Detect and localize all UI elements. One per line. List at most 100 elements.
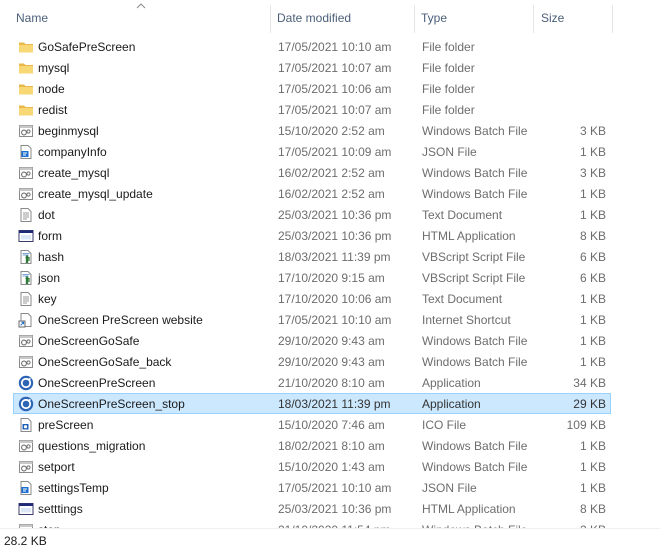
file-name: form	[38, 229, 62, 243]
file-name: setport	[38, 460, 75, 474]
file-name: dot	[38, 208, 55, 222]
file-row[interactable]: json 17/10/2020 9:15 am VBScript Script Fi…	[13, 267, 611, 288]
batch-file-icon	[18, 186, 34, 202]
file-row[interactable]: setport 15/10/2020 1:43 am Windows Batch F…	[13, 456, 611, 477]
file-row[interactable]: OneScreenPreScreen_stop 18/03/2021 11:39 …	[13, 393, 611, 414]
file-date-modified: 15/10/2020 7:46 am	[278, 418, 385, 432]
file-name: create_mysql	[38, 166, 110, 180]
file-name: GoSafePreScreen	[38, 40, 136, 54]
file-date-modified: 16/02/2021 2:52 am	[278, 166, 385, 180]
file-date-modified: 25/03/2021 10:36 pm	[278, 229, 392, 243]
file-row[interactable]: companyInfo 17/05/2021 10:09 am JSON File 1…	[13, 141, 611, 162]
file-name: setttings	[38, 502, 83, 516]
file-size: 1 KB	[579, 460, 606, 474]
file-name: redist	[38, 103, 68, 117]
file-row[interactable]: node 17/05/2021 10:06 am File folder	[13, 78, 611, 99]
file-row[interactable]: dot 25/03/2021 10:36 pm Text Document 1 KB	[13, 204, 611, 225]
file-type: Windows Batch File	[422, 124, 528, 138]
file-row[interactable]: OneScreen PreScreen website 17/05/2021 10…	[13, 309, 611, 330]
file-list[interactable]: GoSafePreScreen 17/05/2021 10:10 am File f…	[0, 36, 660, 528]
file-type: Windows Batch File	[422, 166, 528, 180]
file-type: Text Document	[422, 292, 503, 306]
vbscript-file-icon	[18, 270, 34, 286]
column-divider[interactable]	[270, 5, 271, 33]
column-divider[interactable]	[414, 5, 415, 33]
file-date-modified: 18/03/2021 11:39 pm	[278, 397, 391, 411]
file-name: beginmysql	[38, 124, 99, 138]
file-date-modified: 17/05/2021 10:10 am	[278, 481, 392, 495]
file-name: questions_migration	[38, 439, 146, 453]
file-date-modified: 29/10/2020 9:43 am	[278, 355, 385, 369]
file-row[interactable]: form 25/03/2021 10:36 pm HTML Application 8…	[13, 225, 611, 246]
file-row[interactable]: OneScreenPreScreen 21/10/2020 8:10 am Appl…	[13, 372, 611, 393]
file-type: VBScript Script File	[422, 250, 526, 264]
file-name: preScreen	[38, 418, 94, 432]
file-row[interactable]: beginmysql 15/10/2020 2:52 am Windows Batc…	[13, 120, 611, 141]
file-size: 1 KB	[579, 355, 606, 369]
status-bar: 28.2 KB	[0, 528, 660, 548]
file-type: JSON File	[422, 145, 477, 159]
file-type: JSON File	[422, 481, 477, 495]
file-type: File folder	[422, 61, 475, 75]
file-type: File folder	[422, 40, 475, 54]
file-name: json	[38, 271, 61, 285]
folder-icon	[18, 60, 34, 76]
file-date-modified: 21/10/2020 8:10 am	[278, 376, 385, 390]
application-icon	[18, 396, 34, 412]
file-row[interactable]: OneScreenGoSafe_back 29/10/2020 9:43 am Wi…	[13, 351, 611, 372]
file-row[interactable]: create_mysql_update 16/02/2021 2:52 am Win…	[13, 183, 611, 204]
batch-file-icon	[18, 459, 34, 475]
file-row[interactable]: OneScreenGoSafe 29/10/2020 9:43 am Windows…	[13, 330, 611, 351]
file-row[interactable]: key 17/10/2020 10:06 am Text Document 1 KB	[13, 288, 611, 309]
column-header-bar: Name Date modified Type Size	[0, 0, 660, 34]
file-date-modified: 25/03/2021 10:36 pm	[278, 502, 392, 516]
file-row[interactable]: GoSafePreScreen 17/05/2021 10:10 am File f…	[13, 36, 611, 57]
file-name: OneScreen PreScreen website	[38, 313, 203, 327]
file-row[interactable]: redist 17/05/2021 10:07 am File folder	[13, 99, 611, 120]
file-name: OneScreenPreScreen_stop	[38, 397, 185, 411]
file-name: node	[38, 82, 65, 96]
file-row[interactable]: mysql 17/05/2021 10:07 am File folder	[13, 57, 611, 78]
ico-file-icon	[18, 417, 34, 433]
file-date-modified: 16/02/2021 2:52 am	[278, 187, 385, 201]
file-size: 1 KB	[579, 481, 606, 495]
folder-icon	[18, 81, 34, 97]
file-type: VBScript Script File	[422, 271, 526, 285]
selection-size-text: 28.2 KB	[4, 534, 47, 548]
file-type: Application	[422, 376, 481, 390]
file-date-modified: 17/05/2021 10:10 am	[278, 40, 392, 54]
column-header-type[interactable]: Type	[421, 11, 447, 25]
file-row[interactable]: settingsTemp 17/05/2021 10:10 am JSON File…	[13, 477, 611, 498]
file-date-modified: 17/05/2021 10:10 am	[278, 313, 392, 327]
file-name: companyInfo	[38, 145, 107, 159]
file-size: 8 KB	[579, 229, 606, 243]
file-size: 6 KB	[579, 250, 606, 264]
file-row[interactable]: hash 18/03/2021 11:39 pm VBScript Script F…	[13, 246, 611, 267]
file-size: 109 KB	[566, 418, 606, 432]
column-divider[interactable]	[612, 5, 613, 33]
batch-file-icon	[18, 438, 34, 454]
column-header-name[interactable]: Name	[16, 11, 48, 25]
column-header-size[interactable]: Size	[541, 11, 564, 25]
column-header-date-modified[interactable]: Date modified	[277, 11, 351, 25]
column-divider[interactable]	[533, 5, 534, 33]
file-name: hash	[38, 250, 65, 264]
batch-file-icon	[18, 123, 34, 139]
file-date-modified: 18/02/2021 8:10 am	[278, 439, 385, 453]
file-row[interactable]: questions_migration 18/02/2021 8:10 am Win…	[13, 435, 611, 456]
file-size: 3 KB	[579, 166, 606, 180]
file-date-modified: 17/05/2021 10:06 am	[278, 82, 392, 96]
file-date-modified: 18/03/2021 11:39 pm	[278, 250, 391, 264]
file-name: OneScreenGoSafe_back	[38, 355, 172, 369]
file-date-modified: 17/05/2021 10:07 am	[278, 103, 392, 117]
file-type: Internet Shortcut	[422, 313, 511, 327]
file-row[interactable]: stop21/10/2020 11:54 pmWindows Batch Fil…	[13, 519, 611, 528]
file-type: Windows Batch File	[422, 334, 528, 348]
file-date-modified: 17/10/2020 10:06 am	[278, 292, 392, 306]
file-size: 8 KB	[579, 502, 606, 516]
file-row[interactable]: setttings 25/03/2021 10:36 pm HTML Applica…	[13, 498, 611, 519]
file-row[interactable]: preScreen 15/10/2020 7:46 am ICO File 109 K…	[13, 414, 611, 435]
file-row[interactable]: create_mysql 16/02/2021 2:52 am Windows Ba…	[13, 162, 611, 183]
json-file-icon	[18, 144, 34, 160]
folder-icon	[18, 39, 34, 55]
